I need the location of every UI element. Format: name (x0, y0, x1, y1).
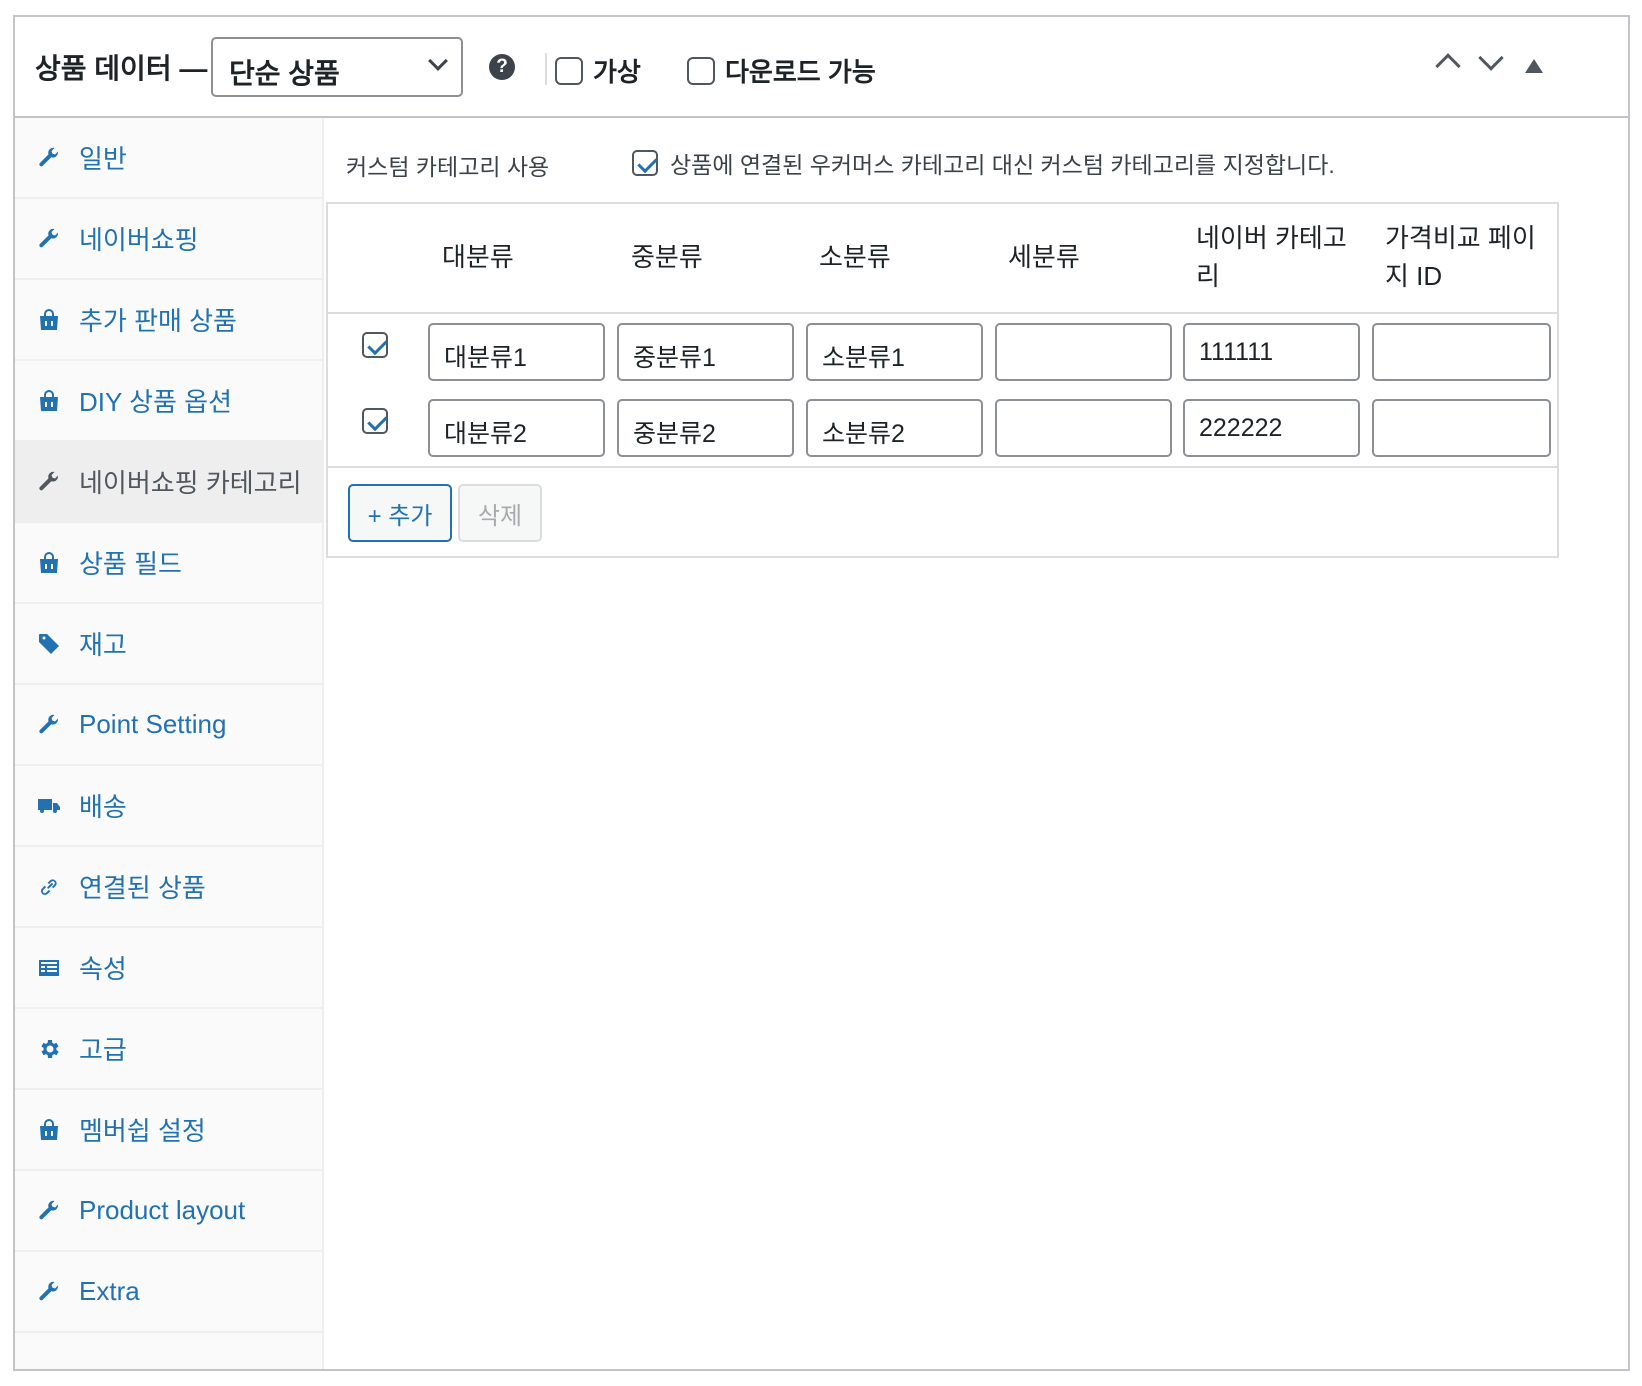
custom-category-label: 커스텀 카테고리 사용 (346, 154, 550, 180)
tab-naver-shopping[interactable]: 네이버쇼핑 (15, 199, 322, 280)
tab-advanced[interactable]: 고급 (15, 1009, 322, 1090)
tab-label: 네이버쇼핑 카테고리 (79, 468, 302, 498)
column-header: 중분류 (631, 242, 703, 272)
tab-label: 멤버쉽 설정 (79, 1116, 206, 1146)
tab-attributes[interactable]: 속성 (15, 928, 322, 1009)
wrench-icon (37, 470, 61, 494)
naver-category-input[interactable]: 222222 (1183, 399, 1360, 457)
product-type-value: 단순 상품 (229, 58, 340, 89)
sub-category-input[interactable] (995, 399, 1172, 457)
add-row-button[interactable]: + 추가 (348, 484, 452, 542)
tab-label: 속성 (79, 954, 127, 984)
tab-extra[interactable]: Extra (15, 1252, 322, 1333)
table-header: 대분류 중분류 소분류 세분류 네이버 카테고리 가격비교 페이지 ID (328, 204, 1557, 314)
panel-title: 상품 데이터 — (35, 53, 208, 84)
virtual-checkbox-label[interactable]: 가상 (555, 52, 641, 89)
tab-product-fields[interactable]: 상품 필드 (15, 523, 322, 604)
header-divider (545, 53, 547, 85)
column-header: 네이버 카테고리 (1196, 223, 1347, 291)
category-table: 대분류 중분류 소분류 세분류 네이버 카테고리 가격비교 페이지 ID 대분류… (326, 202, 1559, 558)
tag-icon (37, 632, 61, 656)
column-header: 소분류 (819, 242, 891, 272)
wrench-icon (37, 713, 61, 737)
tab-label: Point Setting (79, 709, 227, 739)
custom-category-description: 상품에 연결된 우커머스 카테고리 대신 커스텀 카테고리를 지정합니다. (670, 152, 1335, 178)
downloadable-checkbox-label[interactable]: 다운로드 가능 (687, 52, 876, 89)
product-data-tabs: 일반 네이버쇼핑 추가 판매 상품 DIY 상품 옵션 네이버쇼핑 카테고리 상… (15, 118, 324, 1369)
help-icon[interactable]: ? (489, 54, 515, 80)
wrench-icon (37, 146, 61, 170)
toggle-panel-icon[interactable] (1525, 59, 1543, 73)
panel-header: 상품 데이터 — 단순 상품 ? 가상 다운로드 가능 (15, 17, 1628, 118)
tab-label: Extra (79, 1276, 140, 1306)
tab-general[interactable]: 일반 (15, 118, 322, 199)
tab-label: 네이버쇼핑 (79, 225, 199, 255)
wrench-icon (37, 1280, 61, 1304)
tab-label: 상품 필드 (79, 549, 182, 579)
product-data-panel: 상품 데이터 — 단순 상품 ? 가상 다운로드 가능 일반 네이버쇼핑 추가 … (13, 15, 1630, 1371)
tab-label: 고급 (79, 1035, 127, 1065)
downloadable-checkbox[interactable] (687, 56, 715, 85)
minor-category-input[interactable]: 소분류1 (806, 323, 983, 381)
table-row: 대분류2 중분류2 소분류2 222222 (328, 390, 1557, 466)
wrench-icon (37, 1199, 61, 1223)
row-checkbox[interactable] (362, 408, 388, 434)
bag-icon (37, 551, 61, 575)
gear-icon (37, 1037, 61, 1061)
custom-category-toggle[interactable]: 상품에 연결된 우커머스 카테고리 대신 커스텀 카테고리를 지정합니다. (632, 146, 1335, 180)
tab-shipping[interactable]: 배송 (15, 766, 322, 847)
tab-label: DIY 상품 옵션 (79, 387, 232, 417)
tab-content: 커스텀 카테고리 사용 상품에 연결된 우커머스 카테고리 대신 커스텀 카테고… (326, 118, 1628, 1369)
column-header: 가격비교 페이지 ID (1385, 223, 1536, 291)
product-type-select[interactable]: 단순 상품 (211, 37, 463, 97)
move-down-icon[interactable] (1478, 45, 1504, 71)
naver-category-input[interactable]: 111111 (1183, 323, 1360, 381)
tab-label: 배송 (79, 792, 127, 822)
bag-icon (37, 389, 61, 413)
downloadable-label: 다운로드 가능 (725, 57, 876, 87)
tab-membership[interactable]: 멤버쉽 설정 (15, 1090, 322, 1171)
tab-label: 추가 판매 상품 (79, 306, 237, 336)
minor-category-input[interactable]: 소분류2 (806, 399, 983, 457)
tab-label: 일반 (79, 144, 127, 174)
middle-category-input[interactable]: 중분류1 (617, 323, 794, 381)
chevron-down-icon (428, 51, 448, 71)
tab-naver-category[interactable]: 네이버쇼핑 카테고리 (15, 442, 322, 523)
wrench-icon (37, 227, 61, 251)
bag-icon (37, 1118, 61, 1142)
list-icon (37, 956, 61, 980)
table-row: 대분류1 중분류1 소분류1 111111 (328, 314, 1557, 390)
major-category-input[interactable]: 대분류1 (428, 323, 605, 381)
sub-category-input[interactable] (995, 323, 1172, 381)
column-header: 세분류 (1008, 242, 1080, 272)
tab-upsell-products[interactable]: 추가 판매 상품 (15, 280, 322, 361)
major-category-input[interactable]: 대분류2 (428, 399, 605, 457)
row-checkbox[interactable] (362, 332, 388, 358)
table-footer: + 추가 삭제 (328, 466, 1557, 556)
tab-diy-options[interactable]: DIY 상품 옵션 (15, 361, 322, 442)
tab-point-setting[interactable]: Point Setting (15, 685, 322, 766)
tab-label: 연결된 상품 (79, 873, 206, 903)
delete-row-button[interactable]: 삭제 (458, 484, 542, 542)
price-compare-id-input[interactable] (1372, 323, 1551, 381)
virtual-label: 가상 (593, 57, 641, 87)
custom-category-checkbox[interactable] (632, 150, 658, 176)
price-compare-id-input[interactable] (1372, 399, 1551, 457)
tab-label: Product layout (79, 1195, 246, 1225)
move-up-icon[interactable] (1435, 53, 1461, 79)
tab-inventory[interactable]: 재고 (15, 604, 322, 685)
middle-category-input[interactable]: 중분류2 (617, 399, 794, 457)
virtual-checkbox[interactable] (555, 56, 583, 85)
link-icon (37, 875, 61, 899)
column-header: 대분류 (442, 242, 514, 272)
tab-product-layout[interactable]: Product layout (15, 1171, 322, 1252)
tab-label: 재고 (79, 630, 127, 660)
truck-icon (37, 794, 61, 818)
tab-linked-products[interactable]: 연결된 상품 (15, 847, 322, 928)
bag-icon (37, 308, 61, 332)
